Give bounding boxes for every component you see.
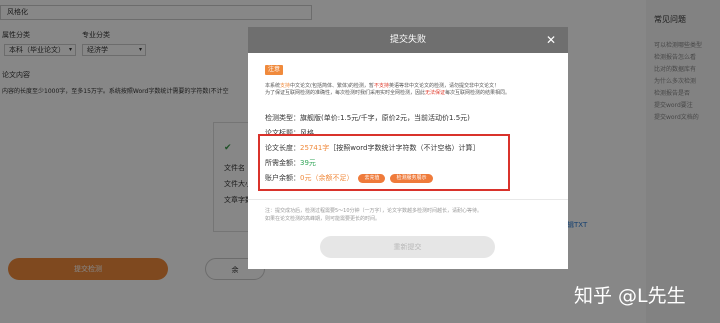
detection-type: 检测类型：旗舰版(单价:1.5元/千字，原价2元，当前活动价1.5元) xyxy=(265,114,470,122)
account-balance-row: 账户余额：0元（余额不足） 去充值 检测服务展示 xyxy=(265,173,433,183)
footnote-line-1: 注：提交成功后，检测过程需要5～10分钟（一万字），论文字数越多检测时间越长，请… xyxy=(265,208,483,214)
dialog-header: 提交失败 ✕ xyxy=(248,27,568,53)
notice-badge: 注意 xyxy=(265,65,283,75)
paper-length-value: 25741字 xyxy=(300,144,330,152)
dialog-title: 提交失败 xyxy=(389,35,426,45)
resubmit-button[interactable]: 重新提交 xyxy=(320,236,495,258)
notice-line-2: 为了保证互联网检测的准确性，每次检测时我们采用实时全网检测，因此无法保证每次互联… xyxy=(265,90,511,96)
notice-line-1: 本系统支持中文论文(包括简体、繁体)的检测，暂不支持英语等非中文论文的检测，请勿… xyxy=(265,83,499,89)
required-amount-row: 所需金额：39元 xyxy=(265,159,316,167)
footnote-line-2: 如果在论文检测的高峰期，则可能需要更长的时间。 xyxy=(265,216,381,222)
recharge-button[interactable]: 去充值 xyxy=(358,173,386,183)
submit-failed-dialog: 提交失败 ✕ 注意 本系统支持中文论文(包括简体、繁体)的检测，暂不支持英语等非… xyxy=(248,27,568,269)
close-icon[interactable]: ✕ xyxy=(546,33,556,47)
balance-value: 0元 xyxy=(300,174,312,182)
divider xyxy=(248,199,568,200)
required-amount-value: 39元 xyxy=(300,159,316,167)
watermark: 知乎 @L先生 xyxy=(574,285,686,307)
service-display-button[interactable]: 检测服务展示 xyxy=(390,173,433,183)
paper-length-row: 论文长度：25741字［按照word字数统计字符数（不计空格）计算］ xyxy=(265,144,480,152)
insufficient-note: （余额不足） xyxy=(311,174,354,182)
